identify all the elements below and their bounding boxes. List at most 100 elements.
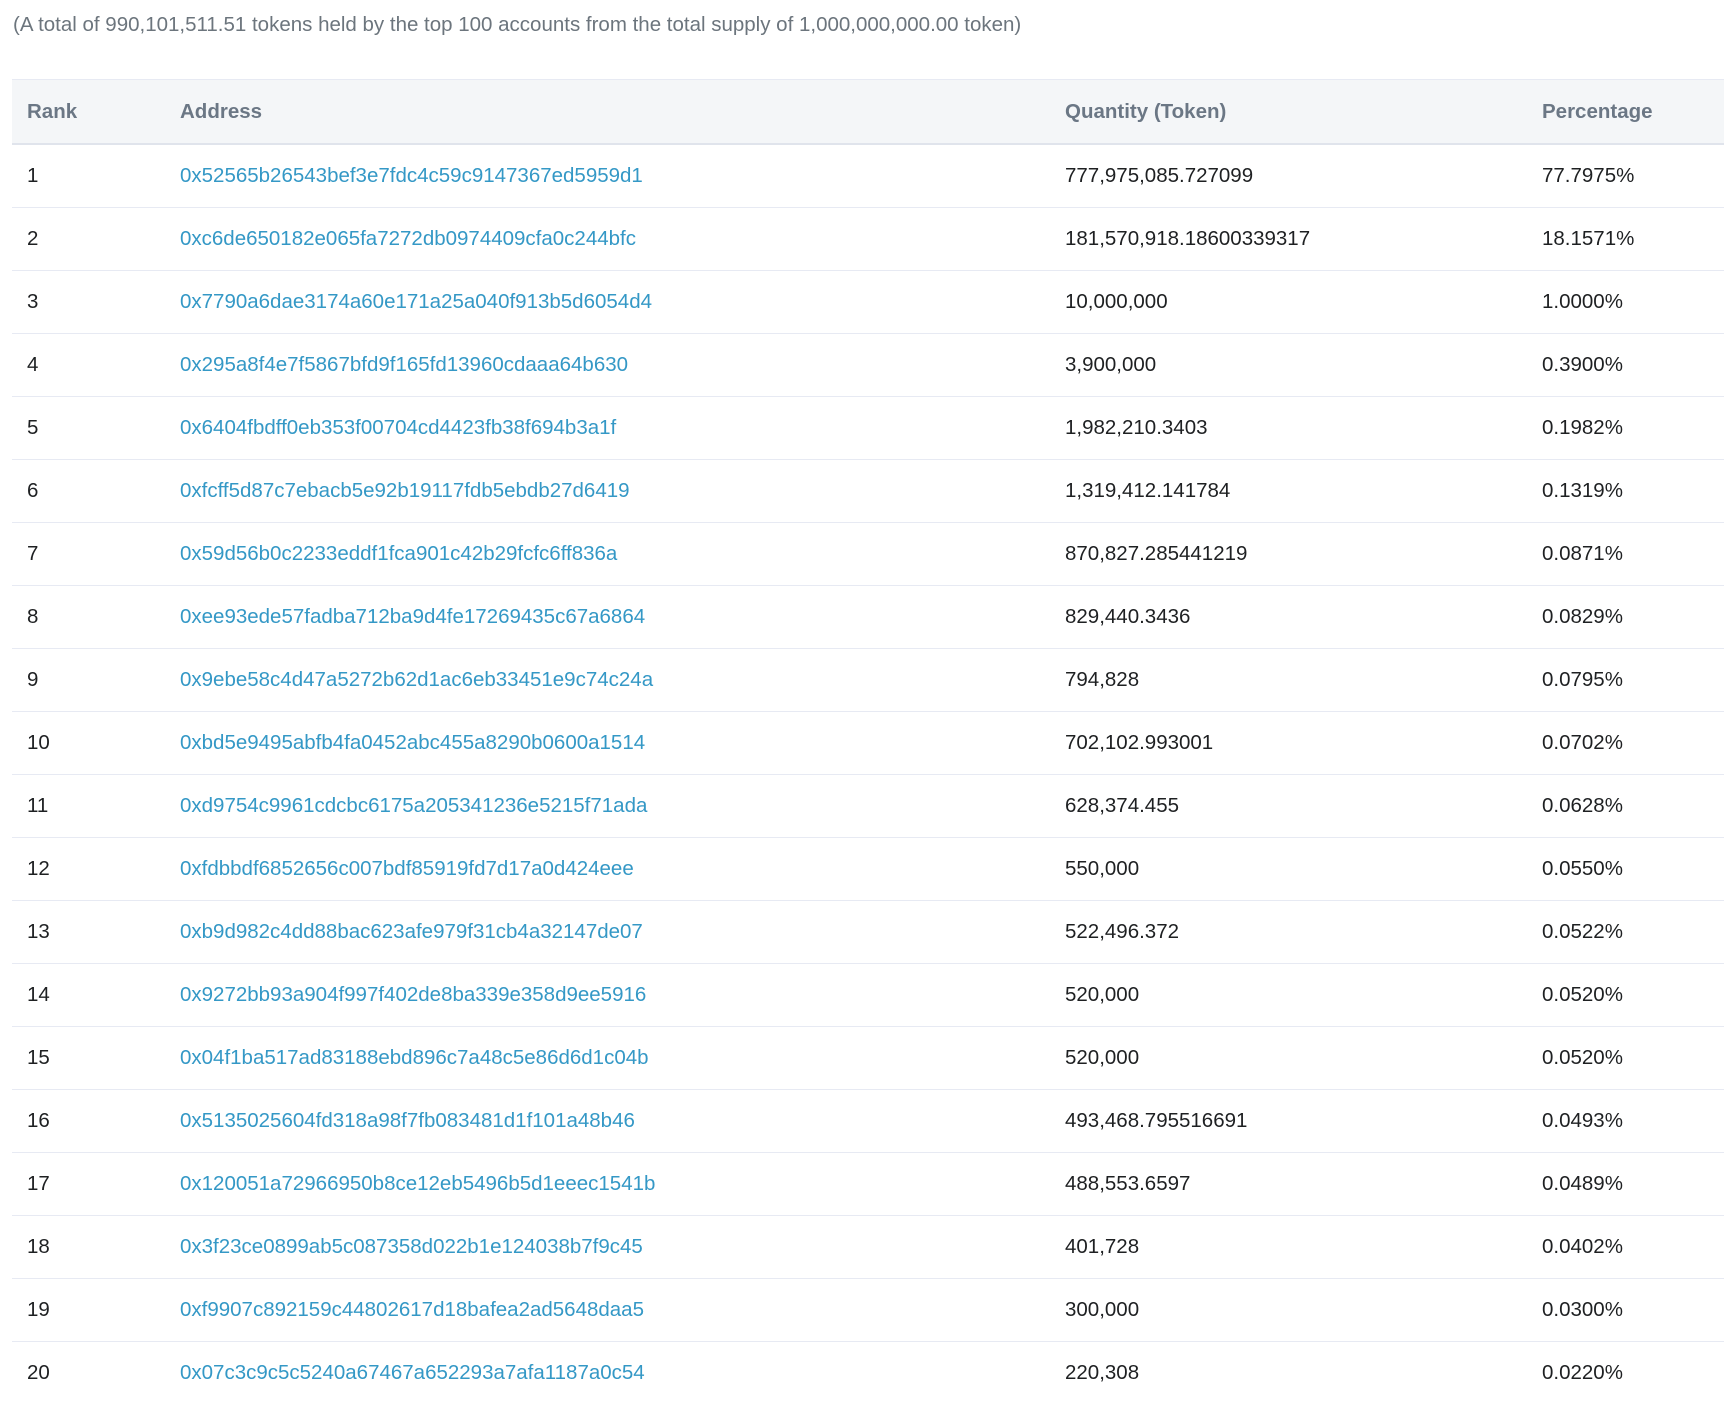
holder-address-link[interactable]: 0xf9907c892159c44802617d18bafea2ad5648da… [180, 1298, 644, 1321]
address-cell: 0x295a8f4e7f5867bfd9f165fd13960cdaaa64b6… [180, 333, 1065, 397]
table-row: 12 0xfdbbdf6852656c007bdf85919fd7d17a0d42… [12, 837, 1724, 901]
percentage-cell: 0.0795% [1542, 648, 1724, 712]
rank-cell: 19 [12, 1278, 180, 1342]
percentage-cell: 0.0489% [1542, 1152, 1724, 1216]
table-row: 16 0x5135025604fd318a98f7fb083481d1f101a4… [12, 1089, 1724, 1153]
quantity-cell: 522,496.372 [1065, 900, 1542, 964]
holder-address-link[interactable]: 0x5135025604fd318a98f7fb083481d1f101a48b… [180, 1109, 635, 1132]
rank-cell: 13 [12, 900, 180, 964]
address-cell: 0x04f1ba517ad83188ebd896c7a48c5e86d6d1c0… [180, 1026, 1065, 1090]
table-row: 14 0x9272bb93a904f997f402de8ba339e358d9ee… [12, 963, 1724, 1027]
quantity-cell: 10,000,000 [1065, 270, 1542, 334]
quantity-cell: 181,570,918.18600339317 [1065, 207, 1542, 271]
column-header-rank: Rank [12, 79, 180, 145]
quantity-cell: 550,000 [1065, 837, 1542, 901]
holder-address-link[interactable]: 0x59d56b0c2233eddf1fca901c42b29fcfc6ff83… [180, 542, 617, 565]
holder-address-link[interactable]: 0xbd5e9495abfb4fa0452abc455a8290b0600a15… [180, 731, 645, 754]
address-cell: 0xf9907c892159c44802617d18bafea2ad5648da… [180, 1278, 1065, 1342]
rank-cell: 11 [12, 774, 180, 838]
holder-address-link[interactable]: 0x7790a6dae3174a60e171a25a040f913b5d6054… [180, 290, 652, 313]
holder-address-link[interactable]: 0x295a8f4e7f5867bfd9f165fd13960cdaaa64b6… [180, 353, 628, 376]
quantity-cell: 1,319,412.141784 [1065, 459, 1542, 523]
table-row: 20 0x07c3c9c5c5240a67467a652293a7afa1187a… [12, 1341, 1724, 1404]
table-header: Rank Address Quantity (Token) Percentage [12, 79, 1724, 145]
table-row: 1 0x52565b26543bef3e7fdc4c59c9147367ed595… [12, 144, 1724, 208]
quantity-cell: 3,900,000 [1065, 333, 1542, 397]
percentage-cell: 0.3900% [1542, 333, 1724, 397]
table-row: 17 0x120051a72966950b8ce12eb5496b5d1eeec1… [12, 1152, 1724, 1216]
address-cell: 0xd9754c9961cdcbc6175a205341236e5215f71a… [180, 774, 1065, 838]
quantity-cell: 520,000 [1065, 1026, 1542, 1090]
percentage-cell: 0.0493% [1542, 1089, 1724, 1153]
rank-cell: 8 [12, 585, 180, 649]
table-body: 1 0x52565b26543bef3e7fdc4c59c9147367ed595… [12, 144, 1724, 1404]
percentage-cell: 0.0550% [1542, 837, 1724, 901]
rank-cell: 10 [12, 711, 180, 775]
quantity-cell: 493,468.795516691 [1065, 1089, 1542, 1153]
percentage-cell: 77.7975% [1542, 144, 1724, 208]
holder-address-link[interactable]: 0x120051a72966950b8ce12eb5496b5d1eeec154… [180, 1172, 655, 1195]
column-header-quantity: Quantity (Token) [1065, 79, 1542, 145]
holder-address-link[interactable]: 0xfdbbdf6852656c007bdf85919fd7d17a0d424e… [180, 857, 634, 880]
table-row: 10 0xbd5e9495abfb4fa0452abc455a8290b0600a… [12, 711, 1724, 775]
holder-address-link[interactable]: 0xc6de650182e065fa7272db0974409cfa0c244b… [180, 227, 636, 250]
rank-cell: 5 [12, 396, 180, 460]
holder-address-link[interactable]: 0xb9d982c4dd88bac623afe979f31cb4a32147de… [180, 920, 643, 943]
quantity-cell: 628,374.455 [1065, 774, 1542, 838]
token-holders-page: (A total of 990,101,511.51 tokens held b… [0, 0, 1724, 1404]
rank-cell: 4 [12, 333, 180, 397]
address-cell: 0x07c3c9c5c5240a67467a652293a7afa1187a0c… [180, 1341, 1065, 1404]
quantity-cell: 401,728 [1065, 1215, 1542, 1279]
holder-address-link[interactable]: 0xfcff5d87c7ebacb5e92b19117fdb5ebdb27d64… [180, 479, 630, 502]
rank-cell: 9 [12, 648, 180, 712]
rank-cell: 18 [12, 1215, 180, 1279]
holder-address-link[interactable]: 0x07c3c9c5c5240a67467a652293a7afa1187a0c… [180, 1361, 645, 1384]
rank-cell: 15 [12, 1026, 180, 1090]
rank-cell: 3 [12, 270, 180, 334]
rank-cell: 14 [12, 963, 180, 1027]
address-cell: 0xfdbbdf6852656c007bdf85919fd7d17a0d424e… [180, 837, 1065, 901]
holder-address-link[interactable]: 0xee93ede57fadba712ba9d4fe17269435c67a68… [180, 605, 645, 628]
rank-cell: 12 [12, 837, 180, 901]
quantity-cell: 777,975,085.727099 [1065, 144, 1542, 208]
address-cell: 0x9272bb93a904f997f402de8ba339e358d9ee59… [180, 963, 1065, 1027]
percentage-cell: 1.0000% [1542, 270, 1724, 334]
percentage-cell: 0.0520% [1542, 963, 1724, 1027]
table-row: 13 0xb9d982c4dd88bac623afe979f31cb4a32147… [12, 900, 1724, 964]
percentage-cell: 0.0520% [1542, 1026, 1724, 1090]
quantity-cell: 870,827.285441219 [1065, 522, 1542, 586]
percentage-cell: 0.0220% [1542, 1341, 1724, 1404]
holder-address-link[interactable]: 0xd9754c9961cdcbc6175a205341236e5215f71a… [180, 794, 647, 817]
percentage-cell: 0.0871% [1542, 522, 1724, 586]
table-row: 2 0xc6de650182e065fa7272db0974409cfa0c244… [12, 207, 1724, 271]
percentage-cell: 0.0829% [1542, 585, 1724, 649]
address-cell: 0xee93ede57fadba712ba9d4fe17269435c67a68… [180, 585, 1065, 649]
table-row: 7 0x59d56b0c2233eddf1fca901c42b29fcfc6ff8… [12, 522, 1724, 586]
percentage-cell: 0.0402% [1542, 1215, 1724, 1279]
quantity-cell: 488,553.6597 [1065, 1152, 1542, 1216]
holder-address-link[interactable]: 0x9272bb93a904f997f402de8ba339e358d9ee59… [180, 983, 646, 1006]
holders-summary-text: (A total of 990,101,511.51 tokens held b… [13, 13, 1022, 36]
percentage-cell: 0.1319% [1542, 459, 1724, 523]
quantity-cell: 1,982,210.3403 [1065, 396, 1542, 460]
table-row: 8 0xee93ede57fadba712ba9d4fe17269435c67a6… [12, 585, 1724, 649]
rank-cell: 2 [12, 207, 180, 271]
table-row: 4 0x295a8f4e7f5867bfd9f165fd13960cdaaa64b… [12, 333, 1724, 397]
holder-address-link[interactable]: 0x04f1ba517ad83188ebd896c7a48c5e86d6d1c0… [180, 1046, 649, 1069]
quantity-cell: 702,102.993001 [1065, 711, 1542, 775]
rank-cell: 7 [12, 522, 180, 586]
table-row: 18 0x3f23ce0899ab5c087358d022b1e124038b7f… [12, 1215, 1724, 1279]
quantity-cell: 300,000 [1065, 1278, 1542, 1342]
address-cell: 0xfcff5d87c7ebacb5e92b19117fdb5ebdb27d64… [180, 459, 1065, 523]
holder-address-link[interactable]: 0x9ebe58c4d47a5272b62d1ac6eb33451e9c74c2… [180, 668, 653, 691]
address-cell: 0x120051a72966950b8ce12eb5496b5d1eeec154… [180, 1152, 1065, 1216]
address-cell: 0x59d56b0c2233eddf1fca901c42b29fcfc6ff83… [180, 522, 1065, 586]
holder-address-link[interactable]: 0x3f23ce0899ab5c087358d022b1e124038b7f9c… [180, 1235, 643, 1258]
address-cell: 0x6404fbdff0eb353f00704cd4423fb38f694b3a… [180, 396, 1065, 460]
holder-address-link[interactable]: 0x52565b26543bef3e7fdc4c59c9147367ed5959… [180, 164, 643, 187]
address-cell: 0xb9d982c4dd88bac623afe979f31cb4a32147de… [180, 900, 1065, 964]
rank-cell: 1 [12, 144, 180, 208]
percentage-cell: 0.0522% [1542, 900, 1724, 964]
table-row: 5 0x6404fbdff0eb353f00704cd4423fb38f694b3… [12, 396, 1724, 460]
holder-address-link[interactable]: 0x6404fbdff0eb353f00704cd4423fb38f694b3a… [180, 416, 616, 439]
